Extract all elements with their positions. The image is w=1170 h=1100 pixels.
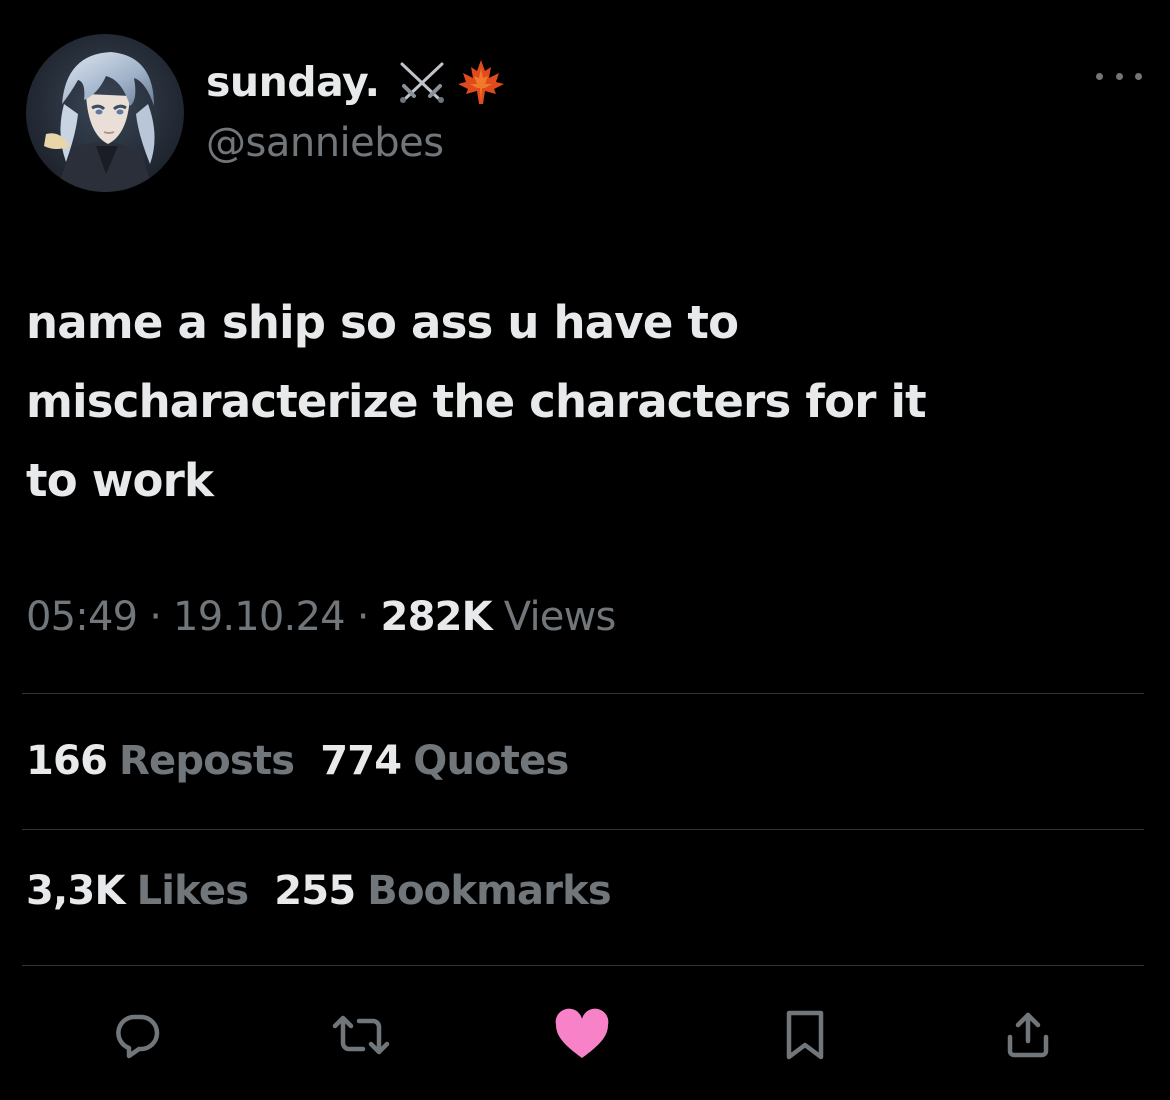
tweet-text-line: mischaracterize the characters for it — [26, 375, 927, 428]
views-count: 282K — [380, 594, 493, 640]
share-button[interactable] — [993, 1000, 1063, 1070]
likes-count: 3,3K — [26, 868, 125, 914]
bookmarks-count: 255 — [274, 868, 356, 914]
repost-button[interactable] — [326, 1000, 396, 1070]
more-dot — [1096, 72, 1103, 80]
bookmark-icon — [786, 1010, 824, 1060]
reply-icon — [116, 1014, 160, 1059]
crossed-swords-icon — [399, 62, 444, 103]
repost-icon — [332, 1015, 390, 1055]
avatar[interactable] — [26, 34, 184, 192]
display-name-text: sunday. — [206, 58, 380, 106]
quotes-label: Quotes — [413, 738, 569, 784]
bookmark-button[interactable] — [770, 1000, 840, 1070]
avatar-image — [26, 34, 184, 192]
share-icon — [1007, 1012, 1049, 1058]
tweet-text: name a ship so ass u have to mischaracte… — [26, 283, 1136, 520]
reposts-label: Reposts — [119, 738, 295, 784]
stats-row-reposts-quotes: 166 Reposts 774 Quotes — [26, 738, 569, 784]
more-dot — [1115, 72, 1123, 80]
tweet-detail: sunday. @sanniebes name a ship so ass u … — [0, 0, 1170, 1100]
reposts-stat[interactable]: 166 Reposts — [26, 738, 295, 784]
quotes-count: 774 — [320, 738, 402, 784]
bookmarks-label: Bookmarks — [367, 868, 611, 914]
likes-stat[interactable]: 3,3K Likes — [26, 868, 249, 914]
action-bar — [0, 1000, 1170, 1070]
meta-separator: · — [356, 594, 370, 640]
tweet-text-line: name a ship so ass u have to — [26, 296, 739, 349]
views-label: Views — [503, 594, 617, 640]
divider — [22, 965, 1144, 966]
tweet-meta: 05:49 · 19.10.24 · 282K Views — [26, 594, 616, 640]
quotes-stat[interactable]: 774 Quotes — [320, 738, 569, 784]
tweet-time[interactable]: 05:49 — [26, 594, 138, 640]
more-options-icon[interactable] — [1096, 66, 1142, 86]
meta-separator: · — [149, 594, 162, 640]
maple-leaf-icon — [457, 60, 504, 104]
like-button[interactable] — [547, 1000, 617, 1070]
more-dot — [1135, 72, 1142, 80]
handle[interactable]: @sanniebes — [206, 120, 444, 166]
divider — [22, 829, 1144, 830]
bookmarks-stat[interactable]: 255 Bookmarks — [274, 868, 612, 914]
tweet-date[interactable]: 19.10.24 — [173, 594, 346, 640]
reposts-count: 166 — [26, 738, 108, 784]
name-emojis — [394, 58, 506, 106]
tweet-text-line: to work — [26, 454, 214, 507]
likes-label: Likes — [136, 868, 249, 914]
display-name[interactable]: sunday. — [206, 58, 506, 106]
like-icon — [555, 1008, 609, 1058]
divider — [22, 693, 1144, 694]
reply-button[interactable] — [102, 1000, 172, 1070]
stats-row-likes-bookmarks: 3,3K Likes 255 Bookmarks — [26, 868, 612, 914]
